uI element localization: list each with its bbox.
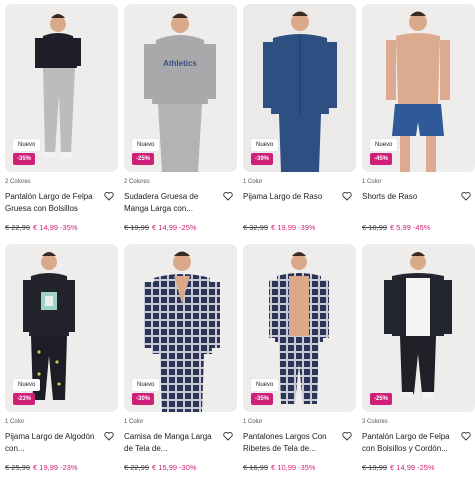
price-row: € 25,99 € 19,99 -23%	[5, 463, 78, 472]
sale-price: € 19,99	[33, 463, 59, 472]
product-image[interactable]: -25%	[362, 244, 475, 412]
sale-price: € 14,99	[33, 223, 59, 232]
new-badge: Nuevo	[251, 139, 279, 151]
price-row: € 16,99 € 10,99 -35%	[243, 463, 316, 472]
discount-badge: -35%	[251, 393, 274, 405]
sale-price: € 10,99	[271, 463, 297, 472]
color-count: 2 Colores	[5, 179, 31, 185]
price-row: € 19,99 € 14,99 -25%	[362, 463, 435, 472]
product-title[interactable]: Shorts de Raso	[362, 191, 458, 215]
product-grid: Nuevo -35% 2 Colores Pantalón Largo de F…	[5, 4, 475, 478]
product-image[interactable]: Nuevo -45%	[362, 4, 475, 172]
product-card[interactable]: Nuevo -45% 1 Color Shorts de Raso € 10,9…	[362, 4, 475, 244]
discount-badge: -39%	[251, 153, 274, 165]
heart-icon[interactable]	[223, 431, 233, 441]
product-image[interactable]: Nuevo -39%	[243, 4, 356, 172]
discount-percent: -25%	[179, 223, 197, 232]
heart-icon[interactable]	[104, 431, 114, 441]
price-row: € 22,99 € 15,99 -30%	[124, 463, 197, 472]
product-card[interactable]: -25% 3 Colores Pantalón Largo de Felpa c…	[362, 244, 475, 478]
svg-text:Athletics: Athletics	[163, 59, 197, 68]
sale-price: € 15,99	[152, 463, 178, 472]
original-price: € 25,99	[5, 463, 31, 472]
product-card[interactable]: Nuevo -23% 1 Color Pijama Largo de Algod…	[5, 244, 118, 478]
product-card[interactable]: Nuevo -35% 1 Color Pantalones Largos Con…	[243, 244, 356, 478]
product-image[interactable]: Nuevo -35%	[5, 4, 118, 172]
discount-percent: -45%	[412, 223, 431, 232]
product-title[interactable]: Camisa de Manga Larga de Tela de...	[124, 431, 220, 455]
heart-icon[interactable]	[342, 431, 352, 441]
color-count: 2 Colores	[124, 179, 150, 185]
discount-percent: -25%	[417, 463, 435, 472]
discount-badge: -23%	[13, 393, 36, 405]
new-badge: Nuevo	[370, 139, 398, 151]
original-price: € 22,99	[5, 223, 31, 232]
color-count: 1 Color	[243, 419, 263, 425]
original-price: € 22,99	[124, 463, 150, 472]
heart-icon[interactable]	[104, 191, 114, 201]
price-row: € 22,99 € 14,99 -35%	[5, 223, 78, 232]
discount-badge: -45%	[370, 153, 393, 165]
product-card[interactable]: Athletics Nuevo -25% 2 Colores Sudadera …	[124, 4, 237, 244]
new-badge: Nuevo	[132, 379, 160, 391]
product-title[interactable]: Pijama Largo de Raso	[243, 191, 339, 215]
original-price: € 16,99	[243, 463, 269, 472]
price-row: € 19,99 € 14,99 -25%	[124, 223, 197, 232]
sale-price: € 19,99	[271, 223, 297, 232]
price-row: € 10,99 € 5,99 -45%	[362, 223, 430, 232]
product-image[interactable]: Nuevo -35%	[243, 244, 356, 412]
discount-badge: -35%	[13, 153, 36, 165]
price-row: € 32,99 € 19,99 -39%	[243, 223, 316, 232]
product-title[interactable]: Pantalón Largo de Felpa Gruesa con Bolsi…	[5, 191, 101, 215]
original-price: € 19,99	[124, 223, 150, 232]
product-title[interactable]: Pantalón Largo de Felpa con Bolsillos y …	[362, 431, 458, 455]
product-card[interactable]: Nuevo -39% 1 Color Pijama Largo de Raso …	[243, 4, 356, 244]
color-count: 1 Color	[243, 179, 263, 185]
discount-percent: -23%	[60, 463, 78, 472]
heart-icon[interactable]	[223, 191, 233, 201]
original-price: € 19,99	[362, 463, 388, 472]
discount-percent: -35%	[298, 463, 316, 472]
product-title[interactable]: Sudadera Gruesa de Manga Larga con...	[124, 191, 220, 215]
sale-price: € 14,99	[390, 463, 416, 472]
new-badge: Nuevo	[13, 379, 41, 391]
product-image[interactable]: Nuevo -23%	[5, 244, 118, 412]
new-badge: Nuevo	[132, 139, 160, 151]
discount-badge: -25%	[370, 393, 393, 405]
product-card[interactable]: Nuevo -35% 2 Colores Pantalón Largo de F…	[5, 4, 118, 244]
product-title[interactable]: Pantalones Largos Con Ribetes de Tela de…	[243, 431, 339, 455]
heart-icon[interactable]	[461, 191, 471, 201]
new-badge: Nuevo	[13, 139, 41, 151]
product-image[interactable]: Nuevo -30%	[124, 244, 237, 412]
heart-icon[interactable]	[342, 191, 352, 201]
product-title[interactable]: Pijama Largo de Algodón con...	[5, 431, 101, 455]
discount-percent: -30%	[179, 463, 197, 472]
sale-price: € 14,99	[152, 223, 178, 232]
color-count: 1 Color	[124, 419, 144, 425]
color-count: 1 Color	[362, 179, 382, 185]
product-image[interactable]: Athletics Nuevo -25%	[124, 4, 237, 172]
color-count: 1 Color	[5, 419, 25, 425]
color-count: 3 Colores	[362, 419, 388, 425]
discount-badge: -30%	[132, 393, 155, 405]
model-figure-black-fleece-pants	[362, 244, 475, 412]
product-card[interactable]: Nuevo -30% 1 Color Camisa de Manga Larga…	[124, 244, 237, 478]
original-price: € 32,99	[243, 223, 269, 232]
heart-icon[interactable]	[461, 431, 471, 441]
discount-badge: -25%	[132, 153, 155, 165]
discount-percent: -35%	[60, 223, 78, 232]
discount-percent: -39%	[298, 223, 316, 232]
new-badge: Nuevo	[251, 379, 279, 391]
original-price: € 10,99	[362, 223, 388, 232]
sale-price: € 5,99	[390, 223, 411, 232]
